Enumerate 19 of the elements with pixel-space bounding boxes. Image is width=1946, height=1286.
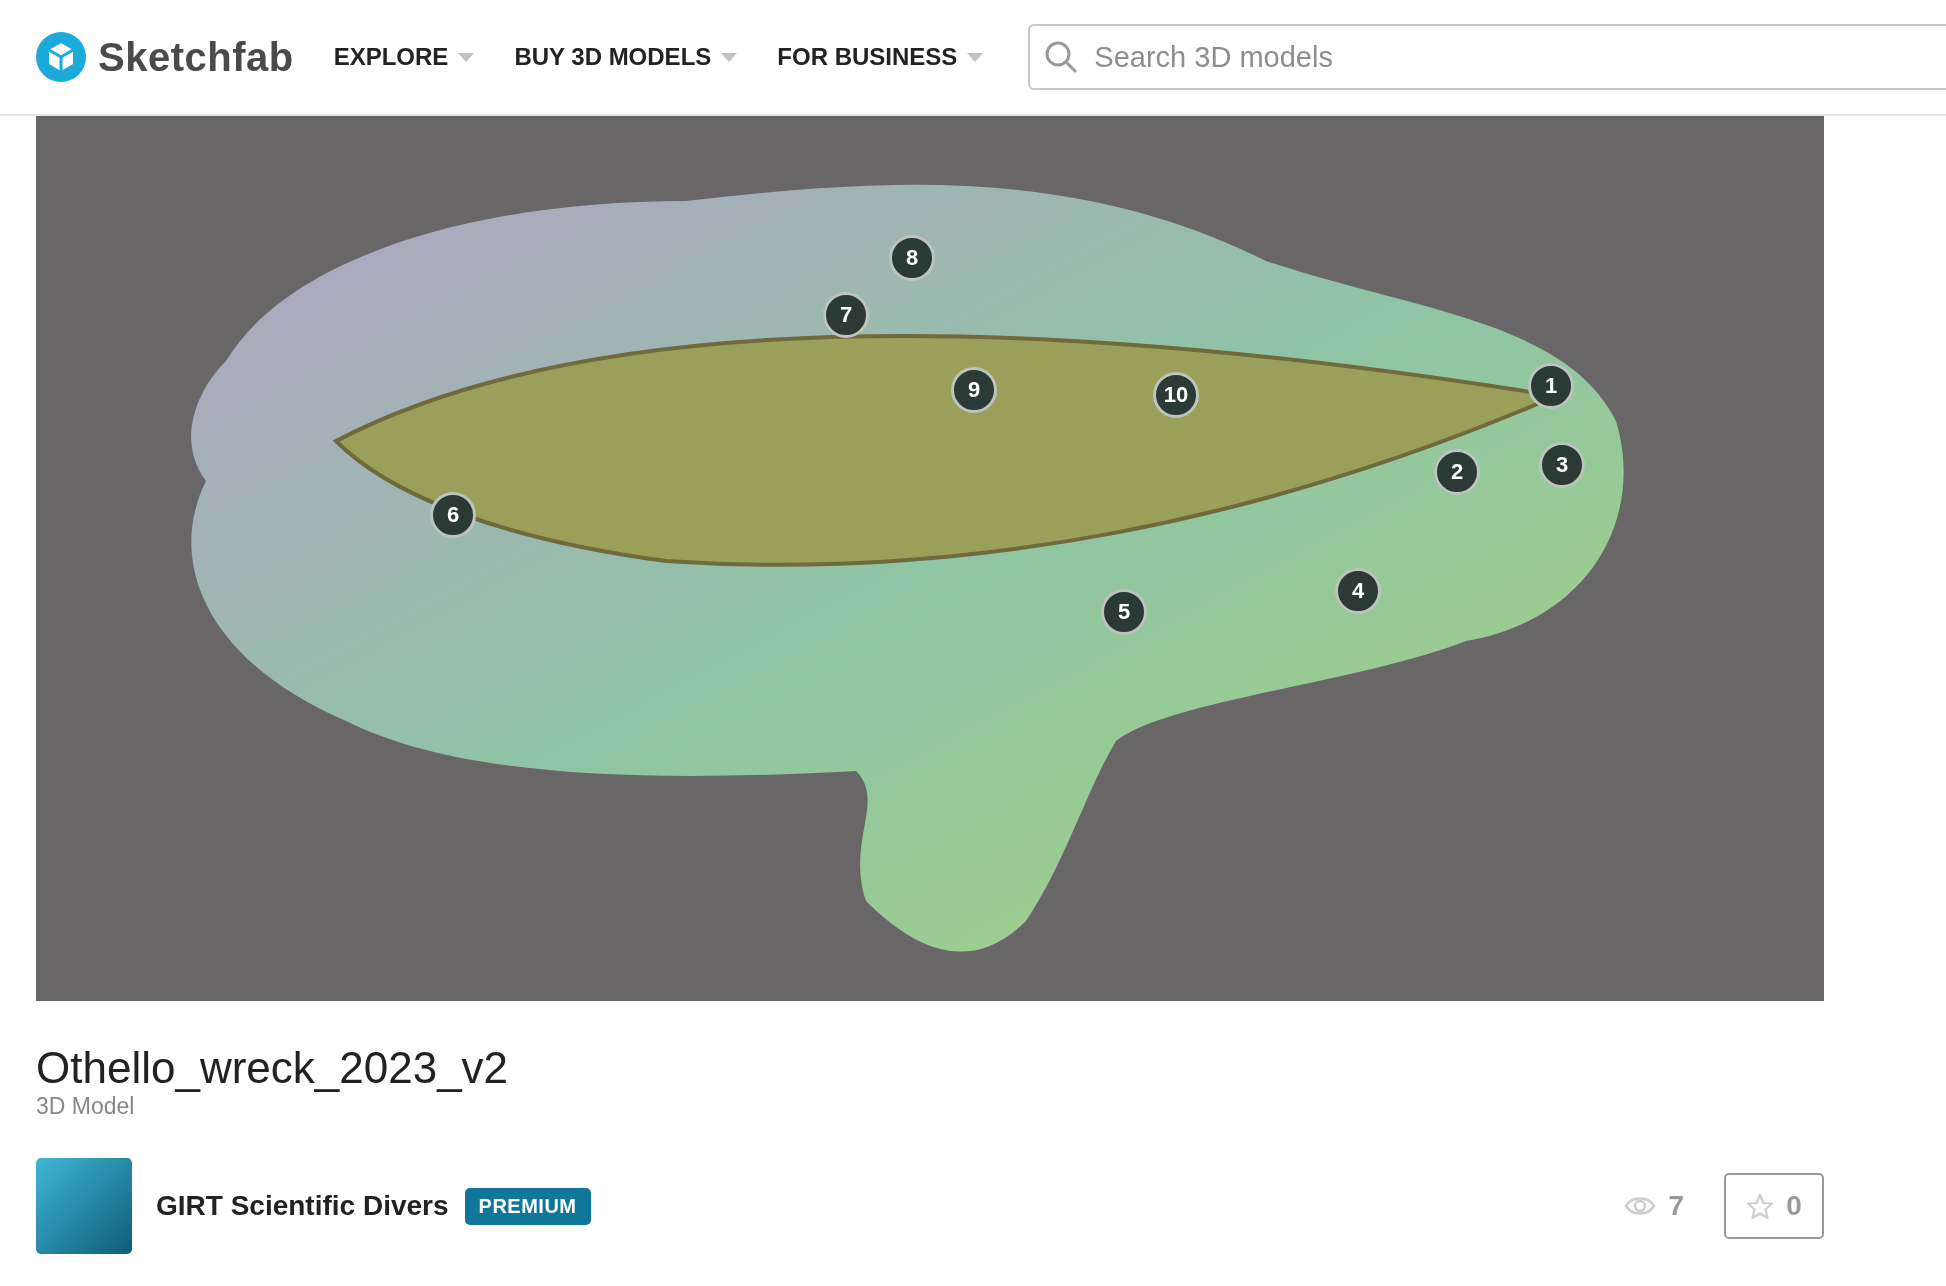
author-name-link[interactable]: GIRT Scientific Divers [156,1190,449,1223]
caret-icon [721,52,738,62]
logo-wordmark[interactable]: Sketchfab [98,34,294,80]
view-count: 7 [1668,1190,1684,1223]
search-field[interactable]: Search 3D models [1028,24,1946,90]
model-title: Othello_wreck_2023_v2 [36,1045,510,1092]
3d-viewer[interactable]: 1 2 3 4 5 6 7 8 9 10 [36,116,1824,1001]
search-icon [1044,40,1079,74]
avatar-photo-placeholder[interactable] [36,1158,132,1255]
nav-menu-item[interactable]: FOR BUSINESS [777,43,984,71]
caret-icon [967,52,984,62]
cube-logo-icon[interactable] [36,32,86,82]
star-icon [1746,1192,1775,1220]
eye-icon [1624,1195,1657,1218]
caret-icon [458,52,475,62]
nav-menu-item[interactable]: EXPLORE [333,43,475,71]
premium-badge: PREMIUM [464,1187,591,1225]
nav-menu-item[interactable]: BUY 3D MODELS [514,43,738,71]
model-type-label: 3D Model [36,1093,136,1121]
